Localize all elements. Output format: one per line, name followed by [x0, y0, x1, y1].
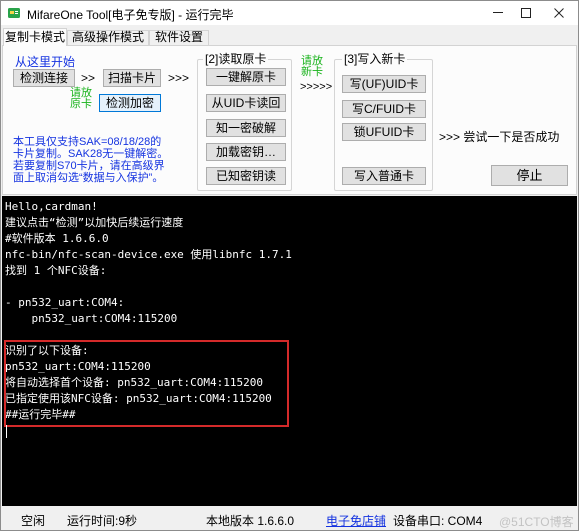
console-line: nfc-bin/nfc-scan-device.exe 使用libnfc 1.7… [5, 248, 292, 261]
highlight-box [4, 340, 289, 427]
status-run-time: 运行时间:9秒 [67, 514, 138, 528]
write-new-group-title: [3]写入新卡 [342, 52, 408, 66]
read-back-from-uid-button[interactable]: 从UID卡读回 [206, 94, 286, 112]
app-icon [8, 8, 20, 18]
close-button[interactable] [540, 1, 578, 25]
place-original-card-hint: 请放 原卡 [70, 88, 92, 110]
title-bar[interactable]: MifareOne Tool[电子免专版] - 运行完毕 [1, 1, 578, 25]
read-with-known-keys-button[interactable]: 已知密钥读 [206, 167, 286, 185]
lock-ufuid-button[interactable]: 锁UFUID卡 [342, 123, 426, 141]
check-encryption-button[interactable]: 检测加密 [99, 94, 161, 112]
load-keys-button[interactable]: 加载密钥… [206, 143, 286, 161]
known-one-key-crack-button[interactable]: 知一密破解 [206, 119, 286, 137]
close-icon [554, 8, 564, 18]
console-line: pn532_uart:COM4:115200 [5, 312, 178, 325]
arrow-to-write: >>>>> [300, 81, 333, 93]
console-line: 找到 1 个NFC设备: [5, 264, 107, 277]
console-output[interactable]: Hello,cardman! 建议点击“检测”以加快后续运行速度 #软件版本 1… [2, 196, 577, 506]
console-line: Hello,cardman! [5, 200, 98, 213]
shop-link[interactable]: 电子免店铺 [326, 512, 386, 529]
tab-advanced-mode[interactable]: 高级操作模式 [67, 30, 149, 45]
status-bar: 空闲 运行时间:9秒 本地版本 1.6.6.0 电子免店铺 设备串口: COM4… [1, 507, 578, 530]
read-original-group-title: [2]读取原卡 [203, 52, 269, 66]
maximize-button[interactable] [512, 1, 540, 25]
scan-card-button[interactable]: 扫描卡片 [103, 69, 161, 87]
place-original-card-line: 原卡 [70, 98, 92, 110]
stop-button[interactable]: 停止 [491, 165, 568, 186]
status-device-port: 设备串口: COM4 [393, 514, 483, 528]
one-click-decrypt-button[interactable]: 一键解原卡 [206, 68, 286, 86]
arrow-after-detect: >> [81, 71, 96, 85]
start-heading: 从这里开始 [15, 55, 76, 69]
try-success-hint: >>> 尝试一下是否成功 [439, 130, 560, 144]
notice-line: 本工具仅支持SAK=08/18/28的 [13, 136, 162, 148]
status-state: 空闲 [21, 514, 46, 528]
write-uf-uid-button[interactable]: 写(UF)UID卡 [342, 75, 426, 93]
watermark: @51CTO博客 [499, 515, 574, 529]
console-line: - pn532_uart:COM4: [5, 296, 125, 309]
sak-notice: 本工具仅支持SAK=08/18/28的 卡片复制。SAK28无一键解密。 若要复… [13, 136, 168, 184]
place-new-card-line: 新卡 [301, 66, 323, 78]
console-line: 建议点击“检测”以加快后续运行速度 [5, 216, 184, 229]
notice-line: 面上取消勾选“数据与入保护”。 [13, 172, 164, 184]
write-normal-card-button[interactable]: 写入普通卡 [342, 167, 426, 185]
tab-copy-card-mode[interactable]: 复制卡模式 [3, 28, 67, 46]
detect-connection-button[interactable]: 检测连接 [13, 69, 75, 87]
console-line: #软件版本 1.6.6.0 [5, 232, 109, 245]
tab-settings[interactable]: 软件设置 [149, 30, 209, 45]
write-cfuid-button[interactable]: 写C/FUID卡 [342, 100, 426, 118]
arrow-after-scan: >>> [168, 71, 190, 85]
maximize-icon [521, 8, 531, 18]
app-window: MifareOne Tool[电子免专版] - 运行完毕 复制卡模式 高级操作模… [0, 0, 579, 531]
status-local-version: 本地版本 1.6.6.0 [206, 514, 295, 528]
text-cursor [6, 425, 7, 438]
notice-line: 若要复制S70卡片，请在高级界 [13, 160, 165, 172]
minimize-button[interactable] [484, 1, 512, 25]
window-title: MifareOne Tool[电子免专版] - 运行完毕 [27, 8, 234, 22]
minimize-icon [493, 12, 503, 13]
place-new-card-hint: 请放 新卡 [301, 56, 323, 78]
notice-line: 卡片复制。SAK28无一键解密。 [13, 148, 169, 160]
